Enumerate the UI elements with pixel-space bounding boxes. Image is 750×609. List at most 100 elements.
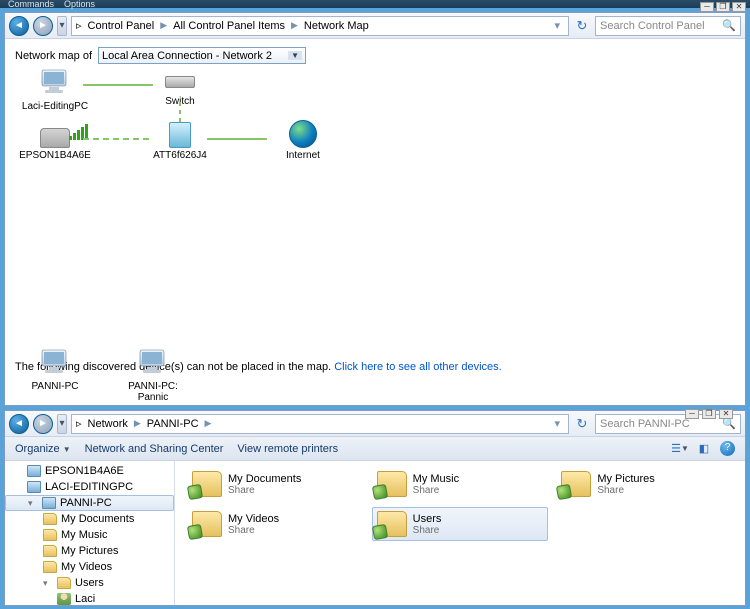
node-internet[interactable]: Internet [263, 120, 343, 161]
nav-forward-button[interactable]: ► [33, 414, 53, 434]
minimize-button[interactable]: ─ [685, 409, 699, 419]
computer-icon [39, 348, 71, 376]
unplaced-device[interactable]: PANNI-PC: Pannic [113, 348, 193, 403]
nav-back-button[interactable]: ◄ [9, 16, 29, 36]
tree-item-user[interactable]: Laci [5, 591, 174, 605]
share-users[interactable]: UsersShare [372, 507, 549, 541]
network-map-window: ◄ ► ▾ ▹ Control Panel ▶ All Control Pane… [4, 12, 746, 406]
content-pane[interactable]: My DocumentsShare My MusicShare My Pictu… [175, 461, 745, 605]
tree-item-users[interactable]: ▾Users [5, 575, 174, 591]
share-my-videos[interactable]: My VideosShare [187, 507, 364, 541]
computer-icon [42, 497, 56, 509]
menu-options[interactable]: Options [64, 0, 95, 9]
node-this-pc[interactable]: Laci-EditingPC [15, 68, 95, 112]
network-map-of-label: Network map of [15, 50, 92, 62]
see-all-devices-link[interactable]: Click here to see all other devices. [334, 361, 502, 373]
expander-icon[interactable]: ▾ [43, 578, 53, 589]
unplaced-device[interactable]: PANNI-PC [15, 348, 95, 403]
organize-menu[interactable]: Organize ▼ [15, 443, 71, 455]
node-label: Laci-EditingPC [15, 101, 95, 112]
folder-icon [43, 529, 57, 541]
computer-icon [39, 68, 71, 96]
dropdown-arrow-icon: ▼ [63, 445, 71, 454]
refresh-button[interactable]: ↻ [573, 17, 591, 35]
crumb-network-map[interactable]: Network Map [302, 19, 371, 33]
restore-button[interactable]: ❐ [702, 409, 716, 419]
expander-icon[interactable]: ▾ [28, 498, 38, 509]
node-label: Internet [263, 150, 343, 161]
address-dropdown[interactable]: ▾ [550, 19, 564, 32]
crumb-control-panel[interactable]: Control Panel [86, 19, 157, 33]
breadcrumb-bar[interactable]: ▹ Control Panel ▶ All Control Panel Item… [71, 16, 569, 36]
close-button[interactable]: ✕ [719, 409, 733, 419]
network-map-body: Network map of Local Area Connection - N… [5, 39, 745, 405]
folder-icon [43, 545, 57, 557]
nav-history-button[interactable]: ▾ [57, 414, 67, 434]
tree-item-folder[interactable]: My Music [5, 527, 174, 543]
tree-item-computer[interactable]: LACI-EDITINGPC [5, 479, 174, 495]
nav-forward-button[interactable]: ► [33, 16, 53, 36]
nav-tree[interactable]: EPSON1B4A6E LACI-EDITINGPC ▾PANNI-PC My … [5, 461, 175, 605]
minimize-button[interactable]: ─ [700, 2, 714, 12]
chevron-right-icon: ▶ [205, 418, 212, 429]
command-bar: Organize ▼ Network and Sharing Center Vi… [5, 437, 745, 461]
computer-icon [27, 465, 41, 477]
share-my-pictures[interactable]: My PicturesShare [556, 467, 733, 501]
view-options-button[interactable]: ☰▼ [672, 441, 688, 457]
close-button[interactable]: ✕ [732, 2, 746, 12]
folder-icon [57, 577, 71, 589]
switch-icon [165, 76, 195, 88]
restore-button[interactable]: ❐ [716, 2, 730, 12]
search-icon: 🔍 [722, 19, 736, 32]
network-sharing-center-link[interactable]: Network and Sharing Center [85, 443, 224, 455]
unplaced-devices: PANNI-PC PANNI-PC: Pannic [15, 348, 193, 403]
tree-item-folder[interactable]: My Documents [5, 511, 174, 527]
chevron-right-icon: ▶ [134, 418, 141, 429]
breadcrumb-icon: ▹ [76, 19, 82, 32]
nav-back-button[interactable]: ◄ [9, 414, 29, 434]
share-folder-icon [377, 471, 407, 497]
chevron-right-icon: ▶ [291, 20, 298, 31]
crumb-network[interactable]: Network [86, 417, 130, 431]
node-router[interactable]: ATT6f626J4 [140, 122, 220, 161]
address-bar-row: ◄ ► ▾ ▹ Network ▶ PANNI-PC ▶ ▾ ↻ Search … [5, 411, 745, 437]
node-label: PANNI-PC [15, 381, 95, 392]
dropdown-arrow-icon: ▼ [288, 51, 302, 60]
share-folder-icon [561, 471, 591, 497]
folder-icon [43, 513, 57, 525]
network-map-canvas: Laci-EditingPC Switch EPSON1B4A6E ATT6f6… [15, 68, 735, 208]
nav-history-button[interactable]: ▾ [57, 16, 67, 36]
share-folder-icon [192, 511, 222, 537]
tree-item-computer[interactable]: EPSON1B4A6E [5, 463, 174, 479]
share-my-documents[interactable]: My DocumentsShare [187, 467, 364, 501]
refresh-button[interactable]: ↻ [573, 415, 591, 433]
tree-item-folder[interactable]: My Videos [5, 559, 174, 575]
explorer-window: ─ ❐ ✕ ◄ ► ▾ ▹ Network ▶ PANNI-PC ▶ ▾ ↻ S… [4, 410, 746, 606]
share-folder-icon [192, 471, 222, 497]
link-solid [207, 138, 267, 140]
search-box[interactable]: Search Control Panel 🔍 [595, 16, 741, 36]
user-icon [57, 593, 71, 605]
router-icon [169, 122, 191, 148]
chevron-right-icon: ▶ [160, 20, 167, 31]
address-dropdown[interactable]: ▾ [550, 417, 564, 430]
tree-item-panni-pc[interactable]: ▾PANNI-PC [5, 495, 174, 511]
connection-select[interactable]: Local Area Connection - Network 2 ▼ [98, 47, 306, 64]
preview-pane-button[interactable]: ◧ [696, 441, 712, 457]
node-printer[interactable]: EPSON1B4A6E [15, 122, 95, 161]
share-folder-icon [377, 511, 407, 537]
help-button[interactable]: ? [720, 441, 735, 456]
tree-item-folder[interactable]: My Pictures [5, 543, 174, 559]
crumb-all-items[interactable]: All Control Panel Items [171, 19, 287, 33]
computer-icon [137, 348, 169, 376]
printer-icon [40, 128, 70, 148]
search-placeholder: Search Control Panel [600, 20, 705, 32]
share-my-music[interactable]: My MusicShare [372, 467, 549, 501]
menu-commands[interactable]: Commands [8, 0, 54, 9]
view-remote-printers-link[interactable]: View remote printers [237, 443, 338, 455]
computer-icon [27, 481, 41, 493]
top-menu-bar: Commands Options [0, 0, 750, 8]
map-of-row: Network map of Local Area Connection - N… [15, 47, 735, 64]
crumb-panni-pc[interactable]: PANNI-PC [145, 417, 201, 431]
breadcrumb-bar[interactable]: ▹ Network ▶ PANNI-PC ▶ ▾ [71, 414, 569, 434]
